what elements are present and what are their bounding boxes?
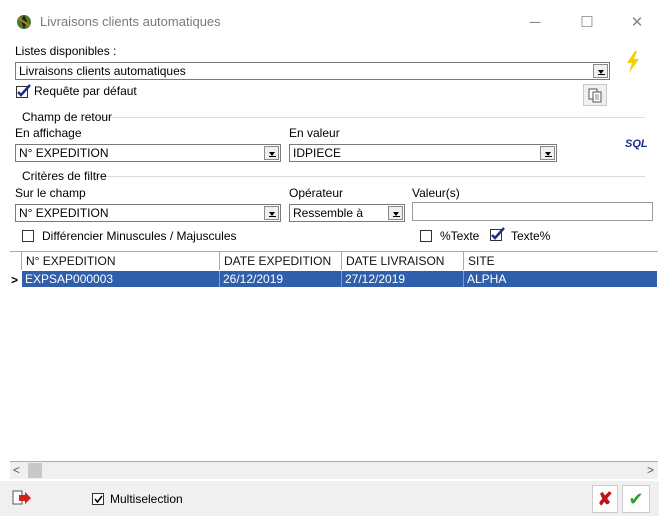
operator-select[interactable]: Ressemble à <box>289 204 405 222</box>
text-pct-checkbox[interactable] <box>490 227 506 244</box>
text-pct-label: Texte% <box>511 229 551 243</box>
display-field-label: En affichage <box>15 126 82 140</box>
export-icon[interactable] <box>12 489 32 510</box>
lightning-icon[interactable] <box>625 51 641 76</box>
lists-select[interactable]: Livraisons clients automatiques <box>15 62 610 80</box>
filter-field-select[interactable]: N° EXPEDITION <box>15 204 281 222</box>
default-query-label: Requête par défaut <box>34 84 137 98</box>
table-row[interactable]: EXPSAP000003 26/12/2019 27/12/2019 ALPHA <box>22 271 657 287</box>
operator-value: Ressemble à <box>293 206 364 220</box>
title-bar: Livraisons clients automatiques ─ ☐ ✕ <box>0 0 659 44</box>
value-field-select[interactable]: IDPIECE <box>289 144 557 162</box>
display-field-value: N° EXPEDITION <box>19 146 109 160</box>
table-cell: 26/12/2019 <box>220 271 342 287</box>
pct-text-checkbox[interactable] <box>420 230 432 242</box>
lists-select-value: Livraisons clients automatiques <box>19 64 186 78</box>
case-sensitive-label: Différencier Minuscules / Majuscules <box>42 229 237 243</box>
operator-label: Opérateur <box>289 186 344 200</box>
sql-button[interactable]: SQL <box>625 138 648 150</box>
multiselection-label: Multiselection <box>110 492 183 506</box>
column-header[interactable]: DATE EXPEDITION <box>220 252 342 270</box>
cancel-button[interactable]: ✘ <box>592 485 618 513</box>
filter-group-label: Critères de filtre <box>22 169 107 183</box>
dropdown-arrow-icon[interactable] <box>540 146 555 160</box>
column-header[interactable]: SITE <box>464 252 658 270</box>
table-cell: EXPSAP000003 <box>22 271 220 287</box>
value-field-value: IDPIECE <box>293 146 342 160</box>
return-field-group-label: Champ de retour <box>22 110 113 124</box>
copy-query-button[interactable] <box>583 84 607 106</box>
window-title: Livraisons clients automatiques <box>40 14 221 29</box>
case-sensitive-checkbox[interactable] <box>22 230 34 242</box>
group-separator <box>92 176 645 177</box>
column-header[interactable]: N° EXPEDITION <box>22 252 220 270</box>
minimize-button[interactable]: ─ <box>520 10 550 36</box>
scroll-thumb[interactable] <box>28 463 42 478</box>
app-icon <box>14 12 34 35</box>
filter-field-label: Sur le champ <box>15 186 86 200</box>
filter-field-value: N° EXPEDITION <box>19 206 109 220</box>
values-input[interactable] <box>412 202 653 221</box>
maximize-button[interactable]: ☐ <box>572 10 602 36</box>
lists-label: Listes disponibles : <box>15 44 117 58</box>
values-label: Valeur(s) <box>412 186 460 200</box>
display-field-select[interactable]: N° EXPEDITION <box>15 144 281 162</box>
scroll-right-button[interactable]: > <box>647 463 654 477</box>
table-cell: 27/12/2019 <box>342 271 464 287</box>
default-query-checkbox[interactable] <box>16 84 32 101</box>
pct-text-label: %Texte <box>440 229 480 243</box>
column-header[interactable]: DATE LIVRAISON <box>342 252 464 270</box>
row-header-corner <box>10 252 22 270</box>
scroll-left-button[interactable]: < <box>13 463 20 477</box>
dropdown-arrow-icon[interactable] <box>264 146 279 160</box>
footer-bar: Multiselection ✘ ✔ <box>0 481 659 516</box>
table-cell: ALPHA <box>467 272 507 286</box>
horizontal-scrollbar[interactable]: < > <box>10 462 658 479</box>
group-separator <box>90 117 645 118</box>
dropdown-arrow-icon[interactable] <box>264 206 279 220</box>
close-button[interactable]: ✕ <box>622 10 652 36</box>
dropdown-arrow-icon[interactable] <box>388 206 403 220</box>
dropdown-arrow-icon[interactable] <box>593 64 608 78</box>
row-indicator-icon: > <box>11 273 19 287</box>
ok-button[interactable]: ✔ <box>622 485 650 513</box>
value-field-label: En valeur <box>289 126 340 140</box>
multiselection-checkbox[interactable] <box>92 493 104 505</box>
